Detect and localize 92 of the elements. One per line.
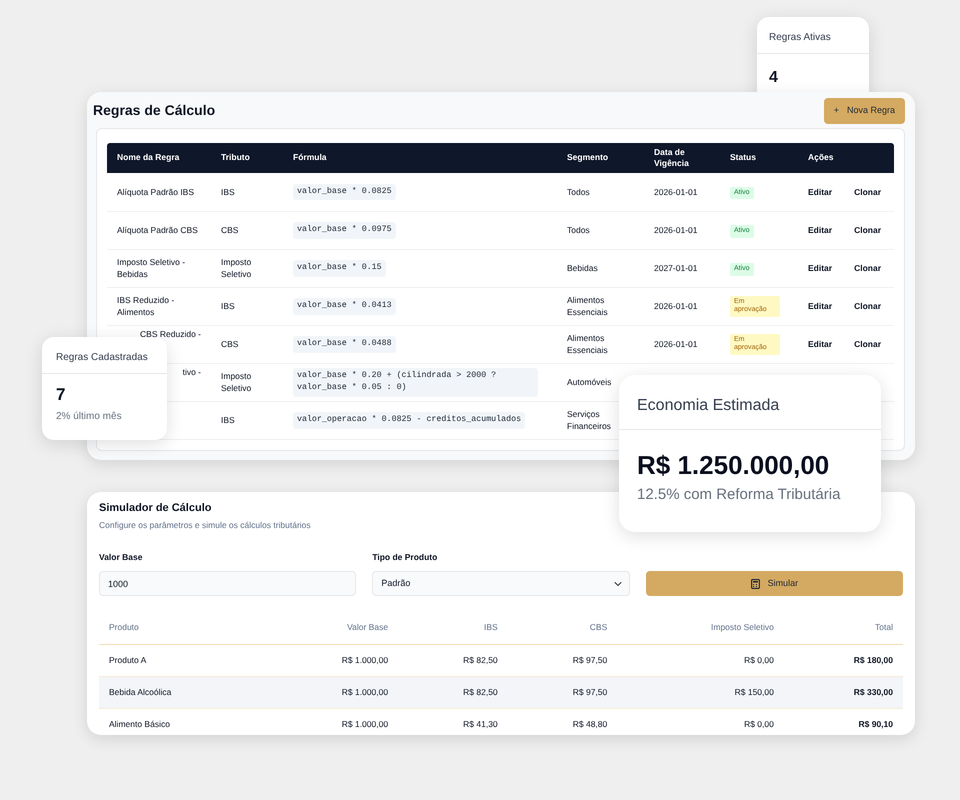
segment-cell: Todos <box>567 225 590 236</box>
edit-link[interactable]: Editar <box>808 225 832 236</box>
amount-cell: R$ 82,50 <box>463 654 498 665</box>
savings-note: 12.5% com Reforma Tributária <box>636 485 842 506</box>
column-header: Status <box>730 152 756 162</box>
new-rule-button[interactable]: + Nova Regra <box>824 98 905 124</box>
column-header: Ações <box>808 152 834 162</box>
simulator-subtitle: Configure os parâmetros e simule os cálculos tributários <box>99 518 312 532</box>
amount-cell: R$ 41,30 <box>463 718 498 729</box>
simulator-title: Simulador de Cálculo <box>99 501 212 516</box>
calculator-icon <box>750 578 760 588</box>
amount-cell: R$ 48,80 <box>572 718 608 729</box>
clone-link[interactable]: Clonar <box>854 225 882 236</box>
simulate-button[interactable]: Simular <box>646 571 903 596</box>
product-type-select[interactable]: Padrão <box>372 571 630 596</box>
rule-name: Alíquota Padrão IBS <box>117 187 194 198</box>
rule-name: IBS Reduzido - Alimentos <box>117 295 174 318</box>
amount-cell: R$ 1.000,00 <box>342 686 388 697</box>
rule-name: CBS Reduzido - <box>140 328 201 339</box>
segment-cell: Todos <box>567 187 590 198</box>
clone-link[interactable]: Clonar <box>854 339 882 350</box>
tax-cell: IBS <box>221 301 235 312</box>
rule-name: Imposto Seletivo - Bebidas <box>117 257 186 280</box>
clone-link[interactable]: Clonar <box>854 263 882 274</box>
rule-name: Alíquota Padrão CBS <box>117 225 198 236</box>
tax-cell: CBS <box>221 339 238 350</box>
formula-code: valor_base * 0.15 <box>293 260 386 277</box>
product-name: Produto A <box>109 654 146 665</box>
tax-cell: IBS <box>221 187 235 198</box>
amount-cell: R$ 1.000,00 <box>342 654 388 665</box>
date-cell: 2026-01-01 <box>654 301 698 312</box>
tax-cell: IBS <box>221 415 235 426</box>
column-header: CBS <box>590 622 608 632</box>
column-header: Imposto Seletivo <box>711 622 774 632</box>
segment-cell: Bebidas <box>567 263 598 274</box>
date-cell: 2026-01-01 <box>654 187 698 198</box>
column-header: Segmento <box>567 152 608 162</box>
plus-icon: + <box>834 104 839 118</box>
clone-link[interactable]: Clonar <box>854 301 882 312</box>
amount-cell: R$ 0,00 <box>744 718 774 729</box>
amount-cell: R$ 0,00 <box>744 654 774 665</box>
formula-code: valor_base * 0.0488 <box>293 336 396 353</box>
savings-value: R$ 1.250.000,00 <box>636 449 830 482</box>
column-header: Nome da Regra <box>117 152 180 162</box>
field-label: Tipo de Produto <box>372 551 438 564</box>
column-header: IBS <box>484 622 498 632</box>
amount-cell: R$ 82,50 <box>463 686 498 697</box>
tax-cell: Imposto Seletivo <box>221 257 252 280</box>
column-header: Valor Base <box>347 622 388 632</box>
rule-name: tivo - <box>182 366 201 377</box>
formula-code: valor_base * 0.20 + (cilindrada > 2000 ? valor_base * 0.05 : 0) <box>293 368 538 397</box>
column-header: Total <box>875 622 893 632</box>
product-name: Bebida Alcoólica <box>109 686 172 697</box>
amount-cell: R$ 1.000,00 <box>342 718 388 729</box>
segment-cell: Alimentos Essenciais <box>567 295 608 318</box>
stat-value: 4 <box>768 68 779 88</box>
column-header: Tributo <box>221 152 250 162</box>
column-header: Data de Vigência <box>654 146 689 168</box>
edit-link[interactable]: Editar <box>808 263 832 274</box>
edit-link[interactable]: Editar <box>808 339 832 350</box>
amount-cell: R$ 97,50 <box>572 686 608 697</box>
column-header: Fórmula <box>293 152 327 162</box>
segment-cell: Serviços Financeiros <box>567 409 611 432</box>
formula-code: valor_operacao * 0.0825 - creditos_acumulados <box>293 412 526 429</box>
base-value-field[interactable]: 1000 <box>99 571 356 596</box>
stat-note: 2% último mês <box>55 410 123 424</box>
tax-cell: CBS <box>221 225 238 236</box>
total-cell: R$ 180,00 <box>854 654 893 665</box>
date-cell: 2027-01-01 <box>654 263 698 274</box>
panel-title: Regras de Cálculo <box>93 101 216 120</box>
total-cell: R$ 330,00 <box>854 686 893 697</box>
formula-code: valor_base * 0.0975 <box>293 222 396 239</box>
column-header: Produto <box>109 622 139 632</box>
edit-link[interactable]: Editar <box>808 187 832 198</box>
clone-link[interactable]: Clonar <box>854 187 882 198</box>
edit-link[interactable]: Editar <box>808 301 832 312</box>
formula-code: valor_base * 0.0825 <box>293 184 396 200</box>
card-title: Regras Ativas <box>757 17 869 54</box>
card-title: Economia Estimada <box>619 375 881 430</box>
segment-cell: Automóveis <box>567 377 612 388</box>
product-name: Alimento Básico <box>109 718 170 729</box>
amount-cell: R$ 97,50 <box>572 654 608 665</box>
stat-value: 7 <box>55 384 66 405</box>
amount-cell: R$ 150,00 <box>734 686 774 697</box>
date-cell: 2026-01-01 <box>654 225 698 236</box>
field-label: Valor Base <box>99 551 144 564</box>
formula-code: valor_base * 0.0413 <box>293 298 396 315</box>
card-title: Regras Cadastradas <box>42 337 167 374</box>
date-cell: 2026-01-01 <box>654 339 698 350</box>
segment-cell: Alimentos Essenciais <box>567 333 608 356</box>
total-cell: R$ 90,10 <box>858 718 893 729</box>
tax-cell: Imposto Seletivo <box>221 371 252 394</box>
